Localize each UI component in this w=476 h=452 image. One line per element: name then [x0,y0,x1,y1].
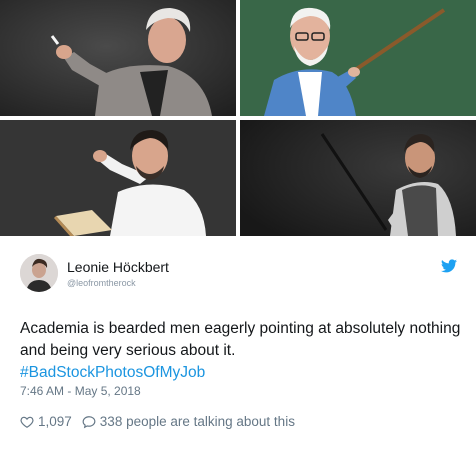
photo-grid [0,0,476,236]
tweet-text: Academia is bearded men eagerly pointing… [20,318,466,384]
tweet-body: Academia is bearded men eagerly pointing… [20,320,461,359]
avatar[interactable] [20,254,58,292]
tweet-timestamp[interactable]: 7:46 AM - May 5, 2018 [20,384,141,398]
user-handle[interactable]: @leofromtherock [67,278,136,288]
stock-photo-man-writing-chalkboard[interactable] [0,120,236,236]
stock-photo-professor-chalk[interactable] [0,0,236,116]
display-name[interactable]: Leonie Höckbert [67,259,169,275]
heart-icon[interactable] [20,415,34,429]
stock-photo-man-long-pointer[interactable] [240,120,476,236]
tweet-card: Leonie Höckbert @leofromtherock Academia… [0,236,476,452]
talking-count[interactable]: 338 people are talking about this [100,414,295,429]
twitter-bird-icon[interactable] [441,259,457,273]
stock-photo-professor-green-board[interactable] [240,0,476,116]
engagement-bar: 1,097 338 people are talking about this [20,414,295,429]
hashtag-link[interactable]: #BadStockPhotosOfMyJob [20,364,205,381]
speech-bubble-icon[interactable] [82,415,96,429]
like-count[interactable]: 1,097 [38,414,72,429]
